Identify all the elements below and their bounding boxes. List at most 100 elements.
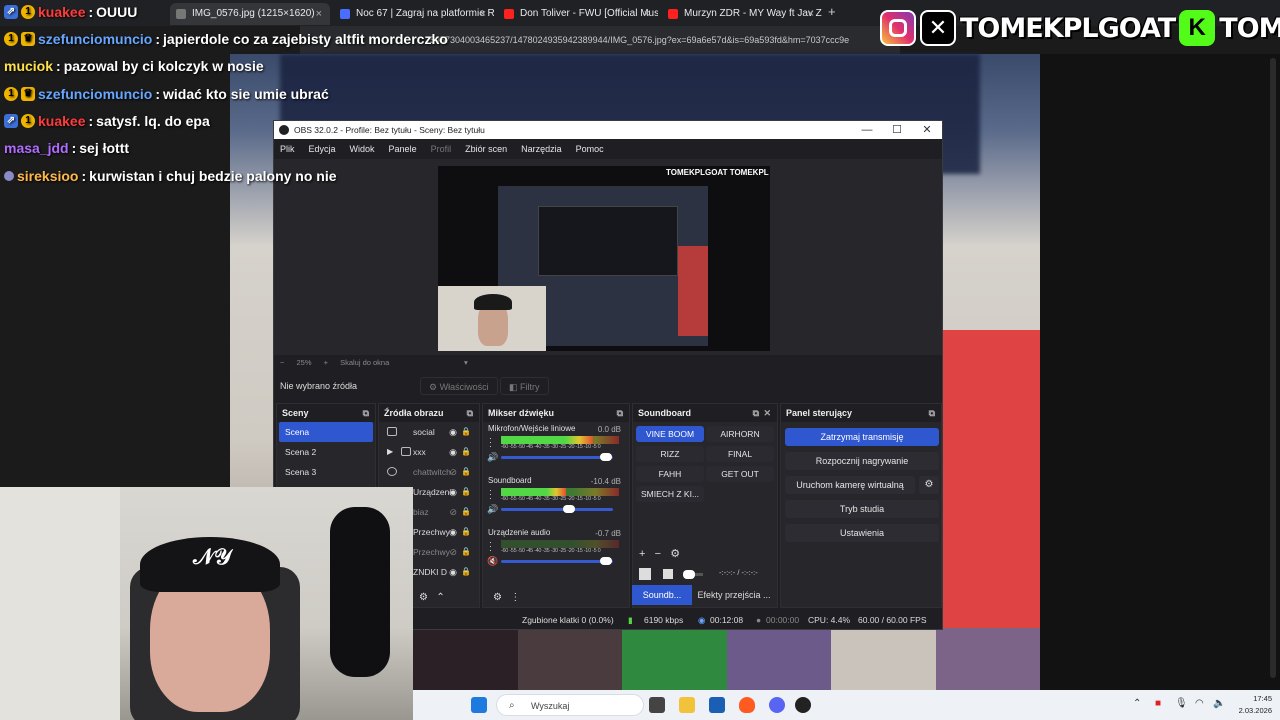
dock-float-icon[interactable]: ⧉ xyxy=(363,404,369,422)
properties-button[interactable]: ⚙ Właściwości xyxy=(420,377,498,395)
add-icon[interactable]: + xyxy=(639,548,645,560)
close-icon[interactable]: × xyxy=(480,3,486,25)
chat-username[interactable]: muciok xyxy=(4,58,53,74)
source-item[interactable]: social ◉ 🔒 xyxy=(379,422,479,442)
tab-transitions[interactable]: Efekty przejścia ... xyxy=(694,585,774,605)
eye-hidden-icon[interactable]: ⊘ xyxy=(449,502,457,522)
channel-menu-icon[interactable]: · · · xyxy=(489,538,492,555)
task-view-icon[interactable] xyxy=(649,697,665,713)
fit-to-window[interactable]: Skaluj do okna xyxy=(340,358,389,367)
stop-stream-button[interactable]: Zatrzymaj transmisję xyxy=(785,428,939,446)
sound-airhorn[interactable]: AIRHORN xyxy=(706,426,774,442)
close-icon[interactable]: × xyxy=(316,3,322,25)
source-item[interactable]: chattwitch ⊘ 🔒 xyxy=(379,462,479,482)
search-input[interactable]: ⌕ Wyszukaj xyxy=(496,694,644,716)
browser-tab[interactable]: IMG_0576.jpg (1215×1620) × xyxy=(170,3,330,25)
speaker-icon[interactable]: 🔊 xyxy=(487,504,498,515)
scrollbar[interactable] xyxy=(1270,58,1276,678)
slider-knob[interactable] xyxy=(599,557,612,565)
virtual-camera-button[interactable]: Uruchom kamerę wirtualną xyxy=(785,476,915,494)
menu-widok[interactable]: Widok xyxy=(350,139,375,159)
gear-icon[interactable]: ⚙ xyxy=(670,548,680,560)
new-tab-button[interactable]: + xyxy=(828,4,836,19)
lock-icon[interactable]: 🔒 xyxy=(461,482,471,502)
dock-float-icon[interactable]: ⧉ xyxy=(617,404,623,422)
start-recording-button[interactable]: Rozpocznij nagrywanie xyxy=(785,452,939,470)
lock-icon[interactable]: 🔒 xyxy=(461,422,471,442)
dock-float-icon[interactable]: ⧉ xyxy=(467,404,473,422)
wifi-icon[interactable]: ◠ xyxy=(1195,698,1204,709)
windows-start-icon[interactable] xyxy=(471,697,487,713)
slider-knob[interactable] xyxy=(562,505,575,513)
speaker-muted-icon[interactable]: 🔇 xyxy=(487,556,498,567)
gear-icon[interactable]: ⚙ xyxy=(919,476,939,494)
remove-icon[interactable]: − xyxy=(655,548,661,560)
chevron-up-icon[interactable]: ⌃ xyxy=(436,592,444,603)
obs-icon[interactable] xyxy=(795,697,811,713)
chat-username[interactable]: sireksioo xyxy=(17,168,78,184)
minimize-icon[interactable]: — xyxy=(852,121,882,139)
stream-preview[interactable]: TOMEKPLGOAT TOMEKPL xyxy=(438,166,770,351)
eye-icon[interactable]: ◉ xyxy=(449,442,457,462)
browser-tab[interactable]: Noc 67 | Zagraj na platformie Roblox × xyxy=(334,3,494,25)
slider-knob[interactable] xyxy=(599,453,612,461)
sound-vine-boom[interactable]: VINE BOOM xyxy=(636,426,704,442)
chat-username[interactable]: kuakee xyxy=(38,4,85,20)
sound-fahh[interactable]: FAHH xyxy=(636,466,704,482)
file-explorer-icon[interactable] xyxy=(679,697,695,713)
zoom-in-button[interactable]: + xyxy=(324,358,328,367)
zoom-out-button[interactable]: − xyxy=(280,358,284,367)
speaker-icon[interactable]: 🔊 xyxy=(487,452,498,463)
close-icon[interactable]: × xyxy=(644,3,650,25)
studio-mode-button[interactable]: Tryb studia xyxy=(785,500,939,518)
menu-pomoc[interactable]: Pomoc xyxy=(576,139,604,159)
channel-menu-icon[interactable]: · · · xyxy=(489,434,492,451)
lock-icon[interactable]: 🔒 xyxy=(461,542,471,562)
volume-icon[interactable]: 🔈 xyxy=(1213,698,1225,709)
scene-item[interactable]: Scena 3 xyxy=(279,462,373,482)
menu-narzedzia[interactable]: Narzędzia xyxy=(521,139,562,159)
microphone-icon[interactable]: 🎙 xyxy=(1175,698,1188,709)
menu-panele[interactable]: Panele xyxy=(389,139,417,159)
lock-icon[interactable]: 🔒 xyxy=(461,502,471,522)
eye-icon[interactable]: ◉ xyxy=(449,522,457,542)
channel-menu-icon[interactable]: · · · xyxy=(489,486,492,503)
gear-icon[interactable]: ⚙ xyxy=(419,592,428,603)
eye-hidden-icon[interactable]: ⊘ xyxy=(449,462,457,482)
store-icon[interactable] xyxy=(709,697,725,713)
lock-icon[interactable]: 🔒 xyxy=(461,442,471,462)
maximize-icon[interactable]: ☐ xyxy=(882,121,912,139)
sound-smiech[interactable]: SMIECH Z KI... xyxy=(636,486,704,502)
close-icon[interactable]: ✕ xyxy=(763,404,771,422)
chat-username[interactable]: szefunciomuncio xyxy=(38,86,152,102)
lock-icon[interactable]: 🔒 xyxy=(461,522,471,542)
filters-button[interactable]: ◧ Filtry xyxy=(500,377,549,395)
menu-zbior-scen[interactable]: Zbiór scen xyxy=(465,139,507,159)
eye-icon[interactable]: ◉ xyxy=(449,422,457,442)
eye-hidden-icon[interactable]: ⊘ xyxy=(449,542,457,562)
chat-username[interactable]: masa_jdd xyxy=(4,140,69,156)
volume-slider[interactable] xyxy=(501,557,613,565)
discord-icon[interactable] xyxy=(769,697,785,713)
stop-icon[interactable] xyxy=(663,569,673,579)
settings-button[interactable]: Ustawienia xyxy=(785,524,939,542)
expand-icon[interactable]: ▶ xyxy=(387,442,393,462)
dock-float-icon[interactable]: ⧉ xyxy=(929,404,935,422)
gear-icon[interactable]: ⚙ xyxy=(493,592,502,603)
tab-soundboard[interactable]: Soundb... xyxy=(632,585,692,605)
lock-icon[interactable]: 🔒 xyxy=(461,562,471,582)
clock[interactable]: 17:45 2.03.2026 xyxy=(1239,693,1272,717)
sound-get-out[interactable]: GET OUT xyxy=(706,466,774,482)
eye-icon[interactable]: ◉ xyxy=(449,482,457,502)
obs-titlebar[interactable]: OBS 32.0.2 - Profile: Bez tytułu - Sceny… xyxy=(274,121,942,139)
chat-username[interactable]: szefunciomuncio xyxy=(38,31,152,47)
volume-slider[interactable] xyxy=(501,453,613,461)
seek-knob[interactable] xyxy=(683,570,695,579)
chevron-up-icon[interactable]: ⌃ xyxy=(1133,698,1141,709)
menu-profil[interactable]: Profil xyxy=(431,139,452,159)
chat-username[interactable]: kuakee xyxy=(38,113,85,129)
brave-icon[interactable] xyxy=(739,697,755,713)
scene-item[interactable]: Scena xyxy=(279,422,373,442)
tray-app-icon[interactable]: ■ xyxy=(1155,698,1161,709)
scene-item[interactable]: Scena 2 xyxy=(279,442,373,462)
